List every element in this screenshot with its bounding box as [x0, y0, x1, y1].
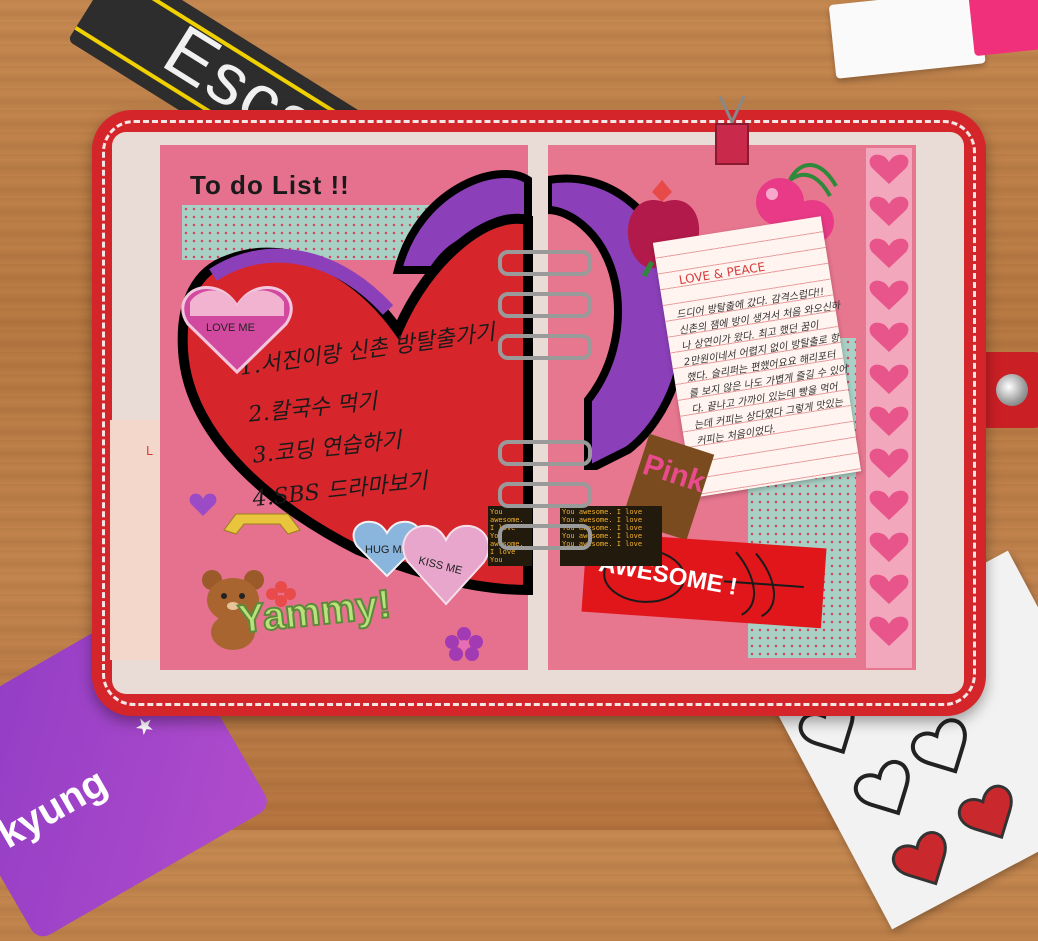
- heart-strip: [866, 148, 912, 668]
- note-title: LOVE & PEACE: [677, 259, 767, 288]
- heart-strip-icon: [869, 154, 909, 646]
- eraser-body: [828, 0, 986, 79]
- binder-clip-icon: [715, 95, 749, 165]
- binder-ring: [498, 440, 592, 466]
- small-purple-heart-icon: [189, 493, 217, 516]
- binder-ring: [498, 292, 592, 318]
- side-note-letter: L: [146, 444, 153, 458]
- flower-icon: [445, 627, 483, 661]
- eraser: [828, 0, 1038, 79]
- love-me-label: LOVE ME: [206, 322, 255, 334]
- binder-ring: [498, 482, 592, 508]
- tape-text: You awesome. I love: [490, 556, 524, 566]
- binder-ring: [498, 334, 592, 360]
- binder-ring: [498, 524, 592, 550]
- ribbon-icon: [223, 513, 301, 535]
- todo-title: To do List !!: [190, 170, 350, 200]
- red-flower-icon: [266, 581, 296, 607]
- eraser-tip: [967, 0, 1038, 57]
- tape-text: You awesome. I love: [562, 516, 643, 524]
- tape-text: You awesome. I love: [562, 508, 643, 516]
- snap-button[interactable]: [996, 374, 1028, 406]
- binder-ring: [498, 250, 592, 276]
- purple-card-text: kyung: [0, 759, 115, 857]
